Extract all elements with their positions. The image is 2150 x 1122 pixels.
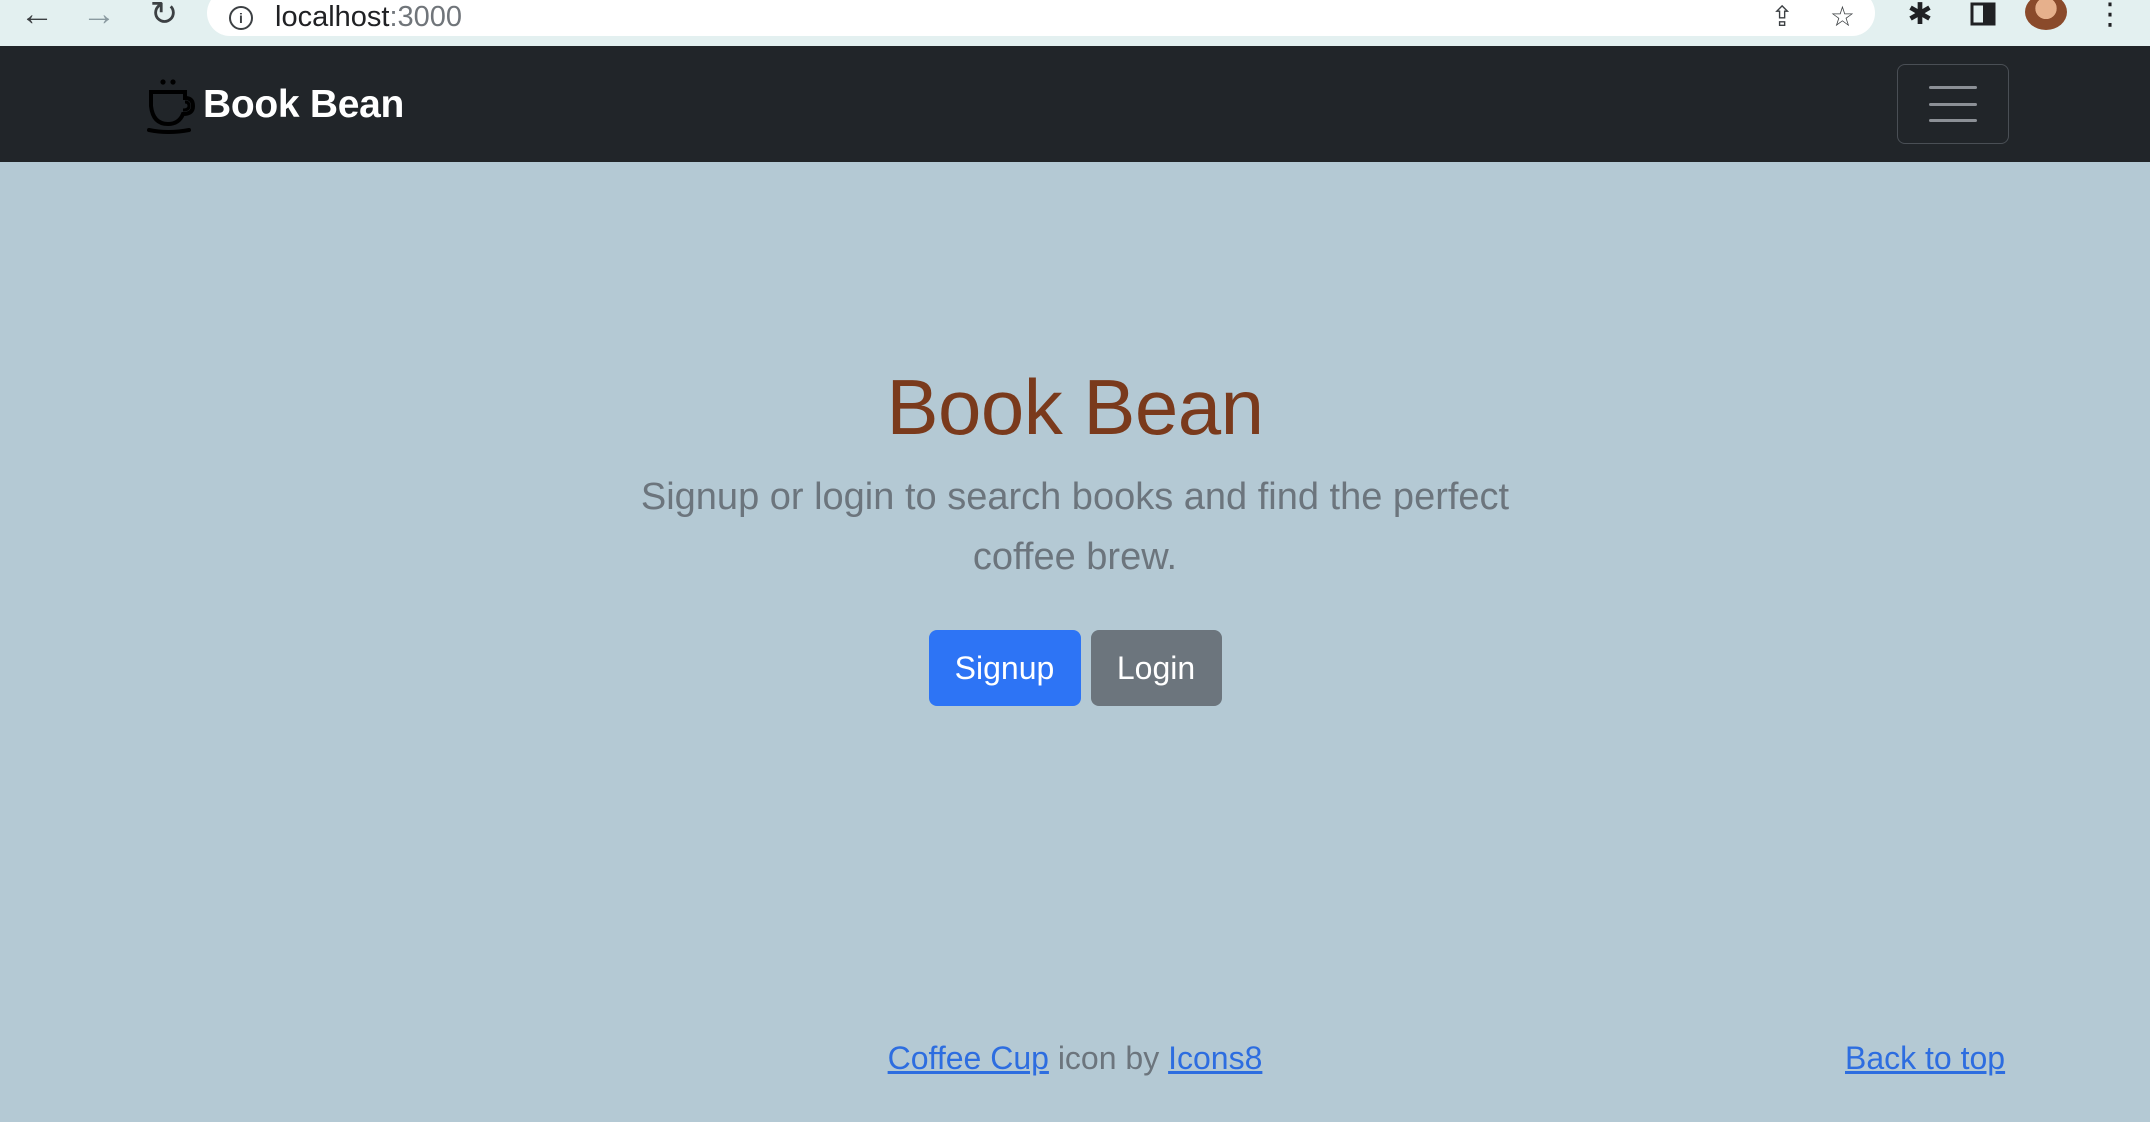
brand-name[interactable]: Book Bean (203, 83, 404, 127)
login-button[interactable]: Login (1090, 630, 1222, 706)
hamburger-icon (1929, 86, 1977, 122)
button-group: Signup Login (0, 630, 2150, 706)
brand-link[interactable]: Book Bean (145, 76, 404, 134)
url-text[interactable]: localhost:3000 (275, 1, 462, 34)
info-icon[interactable]: i (229, 6, 253, 30)
coffee-cup-icon (147, 79, 195, 134)
side-panel-icon[interactable] (1965, 0, 2001, 28)
extensions-icon[interactable]: ✱ (1900, 0, 1940, 31)
back-to-top-link[interactable]: Back to top (1845, 1040, 2005, 1077)
hero-lead-text: Signup or login to search books and find… (640, 476, 1510, 578)
page-title: Book Bean (886, 363, 1264, 451)
coffee-cup-link[interactable]: Coffee Cup (888, 1040, 1049, 1076)
navbar-toggler-button[interactable] (1897, 64, 2009, 144)
browser-toolbar: ← → ↻ i localhost:3000 ⇪ ☆ ✱ ⋮ (0, 0, 2150, 46)
signup-button[interactable]: Signup (928, 630, 1081, 706)
icons8-link[interactable]: Icons8 (1168, 1040, 1262, 1076)
share-icon[interactable]: ⇪ (1770, 0, 1793, 33)
menu-dots-icon[interactable]: ⋮ (2095, 0, 2125, 31)
footer: Coffee Cup icon by Icons8 Back to top (0, 1040, 2150, 1090)
profile-avatar[interactable] (2025, 0, 2067, 30)
forward-arrow-icon[interactable]: → (74, 0, 124, 31)
navbar: Book Bean (0, 46, 2150, 162)
reload-icon[interactable]: ↻ (139, 0, 189, 31)
back-arrow-icon[interactable]: ← (12, 0, 62, 31)
star-icon[interactable]: ☆ (1830, 0, 1855, 33)
credit-text: icon by (1048, 1040, 1169, 1076)
address-bar[interactable]: i localhost:3000 ⇪ ☆ (207, 0, 1875, 36)
icon-credit: Coffee Cup icon by Icons8 (0, 1040, 2150, 1077)
